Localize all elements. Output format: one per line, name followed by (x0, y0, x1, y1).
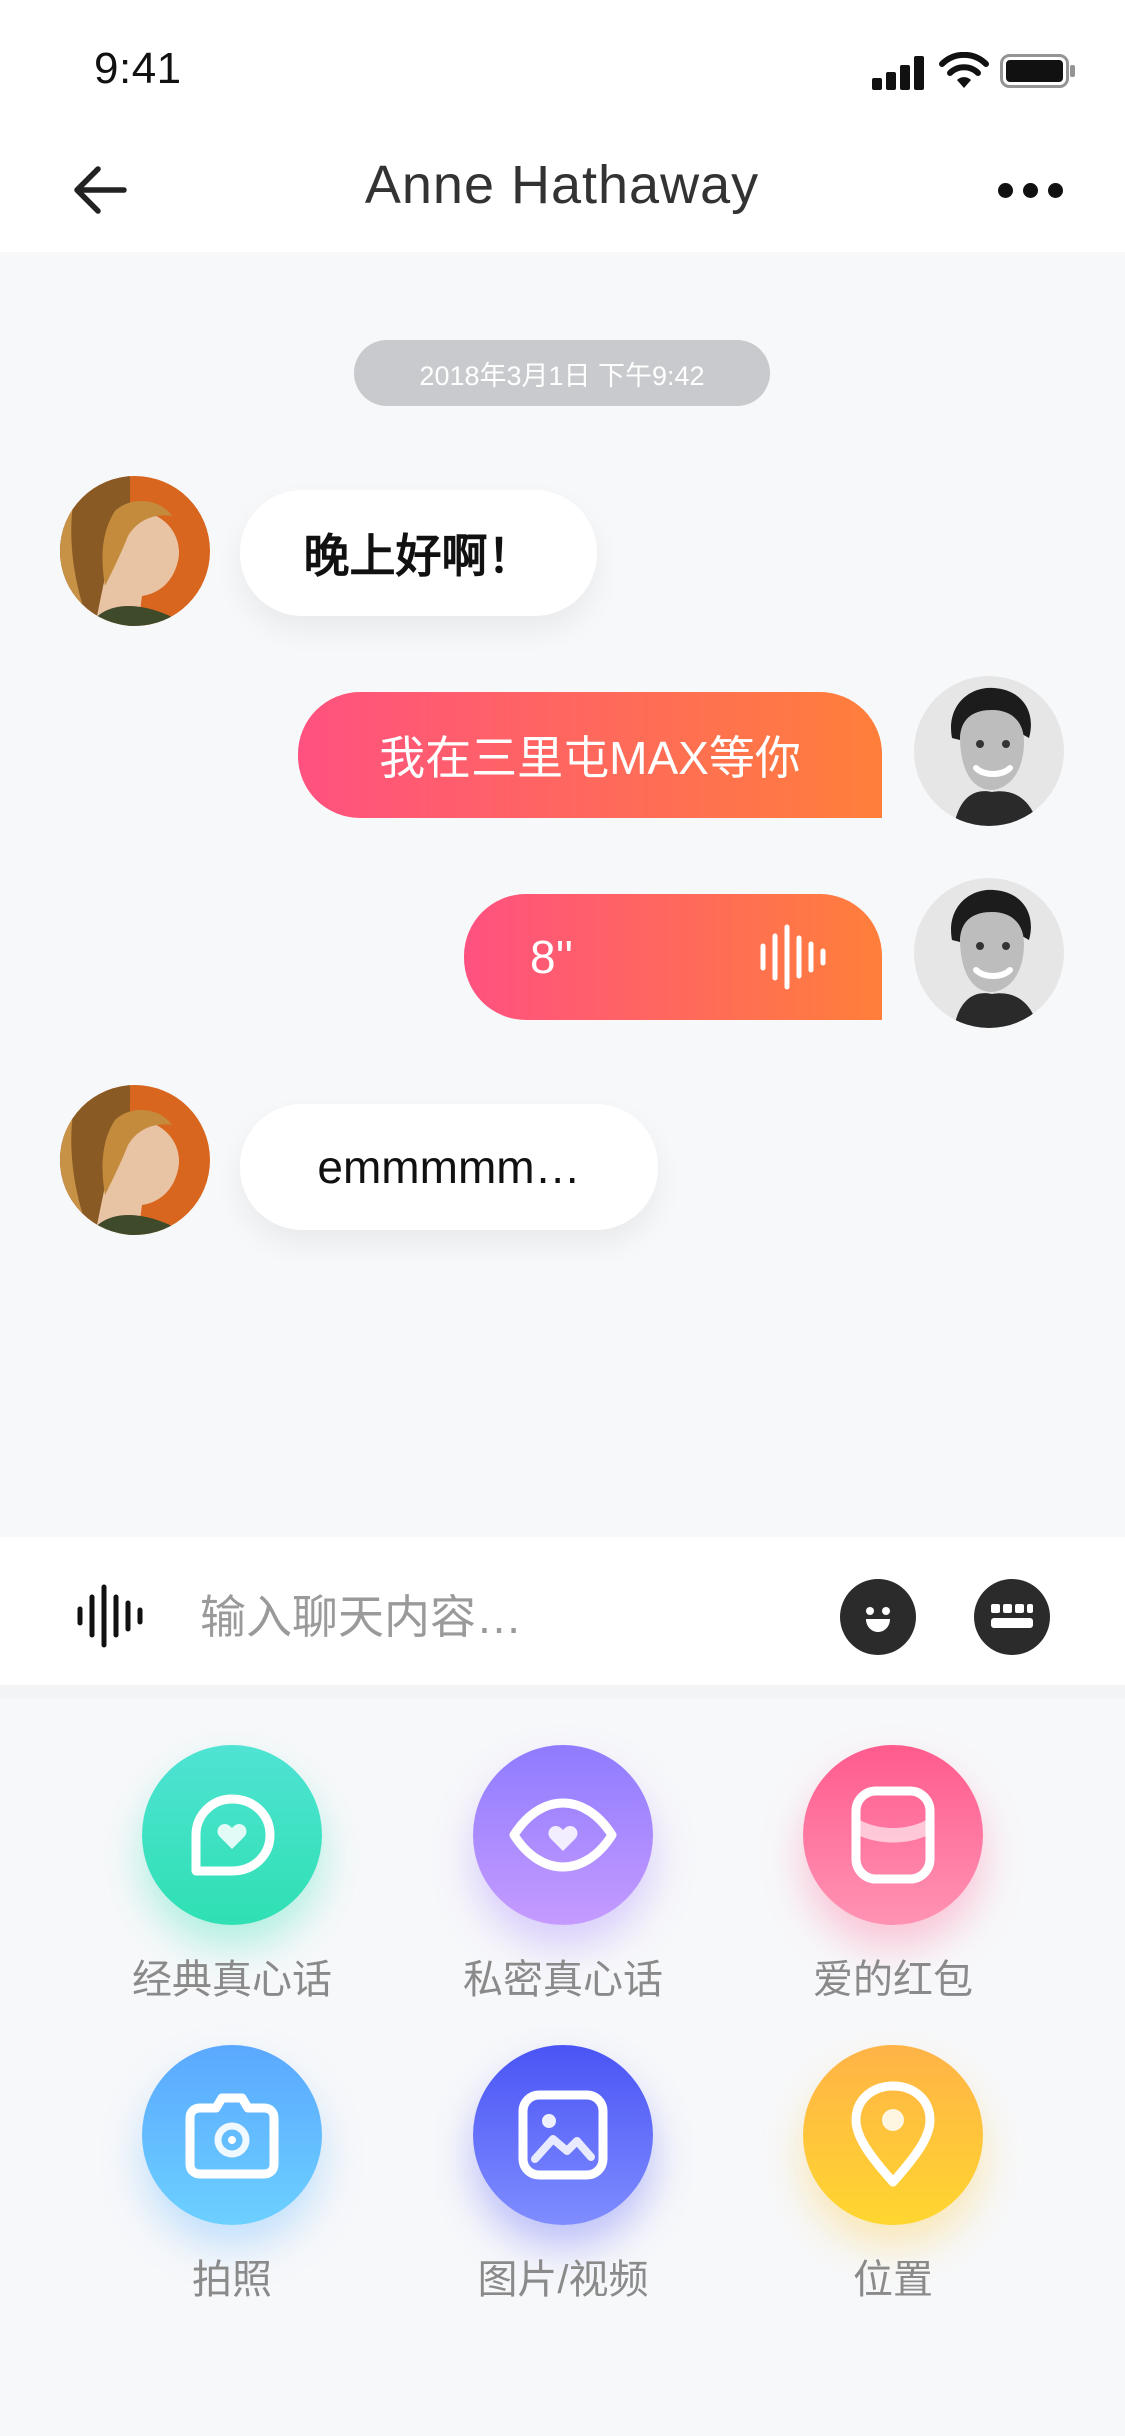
voice-wave-icon (760, 924, 826, 990)
more-dots-icon (997, 182, 1013, 198)
man-portrait-icon (914, 878, 1064, 1028)
wifi-icon (939, 52, 989, 88)
feature-label: 私密真心话 (463, 1958, 663, 2002)
message-bubble-incoming[interactable]: 晚上好啊！ (240, 490, 597, 616)
more-button[interactable] (985, 160, 1075, 220)
keyboard-button[interactable] (974, 1579, 1050, 1655)
page-title: Anne Hathaway (364, 155, 760, 215)
image-icon (518, 2090, 608, 2180)
feature-button[interactable] (803, 1745, 983, 1925)
feature-button[interactable] (803, 2045, 983, 2225)
voice-input-button[interactable] (70, 1580, 150, 1652)
red-packet-icon (851, 1786, 935, 1884)
feature-camera[interactable]: 拍照 (82, 2045, 382, 2305)
feature-button[interactable] (473, 1745, 653, 1925)
feature-label: 爱的红包 (813, 1958, 973, 2002)
camera-icon (185, 2093, 279, 2179)
keyboard-icon (991, 1604, 1033, 1628)
message-bubble-outgoing[interactable]: 我在三里屯MAX等你 (298, 692, 882, 818)
man-portrait-icon (914, 676, 1064, 826)
feature-label: 经典真心话 (132, 1958, 332, 2002)
message-bubble-incoming[interactable]: emmmmm… (240, 1104, 658, 1230)
avatar-me[interactable] (914, 676, 1064, 826)
message-text: 我在三里屯MAX等你 (379, 732, 801, 784)
message-text: emmmmm… (317, 1141, 581, 1193)
feature-classic-truth[interactable]: 经典真心话 (82, 1745, 382, 2005)
feature-private-truth[interactable]: 私密真心话 (413, 1745, 713, 2005)
feature-location[interactable]: 位置 (743, 2045, 1043, 2305)
avatar-me[interactable] (914, 878, 1064, 1028)
message-timestamp: 2018年3月1日 下午9:42 (354, 340, 770, 406)
feature-image-video[interactable]: 图片/视频 (413, 2045, 713, 2305)
feature-button[interactable] (473, 2045, 653, 2225)
message-text: 晚上好啊！ (303, 530, 534, 582)
feature-label: 位置 (853, 2258, 933, 2302)
voice-wave-icon (77, 1584, 143, 1648)
voice-duration: 8'' (530, 931, 574, 983)
cellular-signal-icon (872, 56, 924, 90)
feature-red-packet[interactable]: 爱的红包 (743, 1745, 1043, 2005)
eye-heart-icon (509, 1798, 617, 1872)
feature-button[interactable] (142, 2045, 322, 2225)
feature-button[interactable] (142, 1745, 322, 1925)
divider (0, 1685, 1125, 1699)
arrow-left-icon (74, 166, 127, 214)
back-button[interactable] (60, 150, 140, 230)
feature-label: 拍照 (192, 2258, 272, 2302)
woman-portrait-icon (60, 476, 210, 626)
battery-icon (1000, 54, 1075, 88)
chat-input[interactable] (200, 1582, 800, 1652)
location-pin-icon (851, 2081, 935, 2187)
feature-label: 图片/视频 (477, 2258, 649, 2302)
emoji-button[interactable] (840, 1579, 916, 1655)
emoji-icon (866, 1607, 890, 1632)
status-time: 9:41 (94, 44, 182, 93)
chat-heart-icon (191, 1794, 275, 1876)
avatar-anne[interactable] (60, 476, 210, 626)
avatar-anne[interactable] (60, 1085, 210, 1235)
woman-portrait-icon (60, 1085, 210, 1235)
voice-message-bubble[interactable]: 8'' (464, 894, 882, 1020)
